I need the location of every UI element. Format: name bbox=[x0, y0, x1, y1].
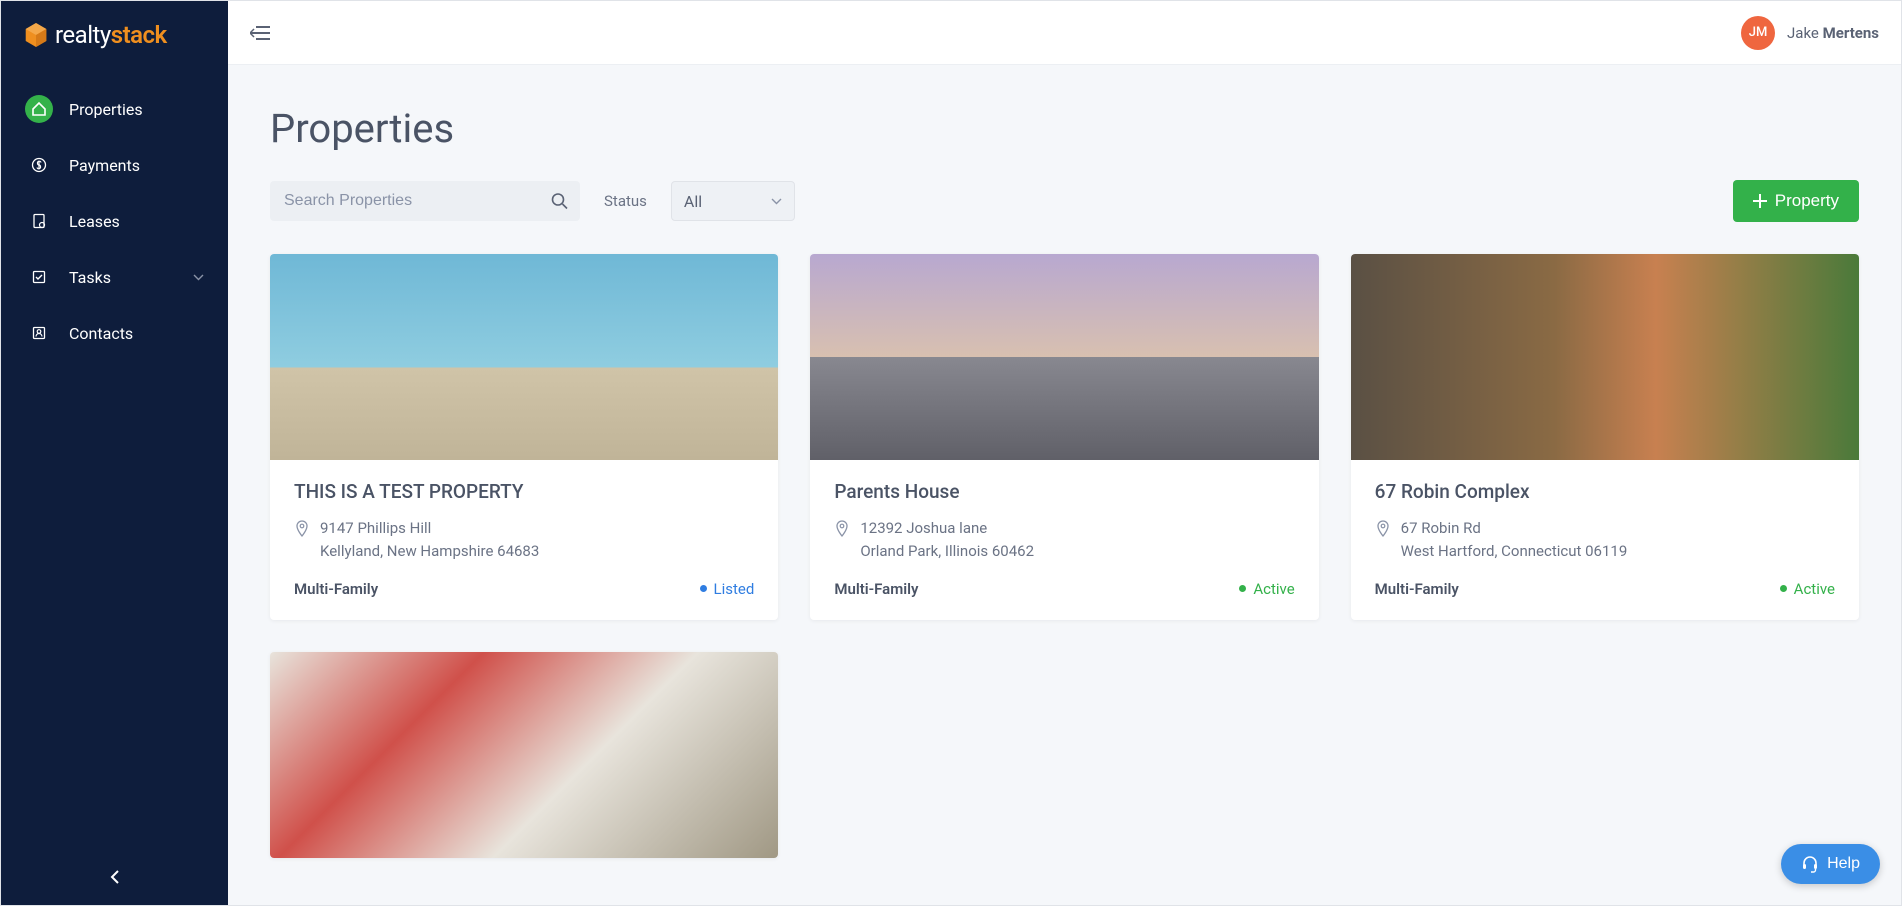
avatar: JM bbox=[1741, 16, 1775, 50]
property-address: 67 Robin RdWest Hartford, Connecticut 06… bbox=[1401, 517, 1628, 564]
sidebar-item-label: Tasks bbox=[69, 268, 111, 287]
location-pin-icon bbox=[1375, 520, 1391, 564]
status-filter-select[interactable]: All bbox=[671, 181, 795, 221]
property-grid: THIS IS A TEST PROPERTY 9147 Phillips Hil… bbox=[270, 254, 1859, 858]
status-filter-label: Status bbox=[604, 192, 647, 210]
help-button[interactable]: Help bbox=[1781, 844, 1880, 884]
chevron-down-icon bbox=[771, 198, 782, 205]
sidebar-collapse-button[interactable] bbox=[1, 853, 228, 905]
status-badge: Active bbox=[1239, 580, 1294, 598]
sidebar-nav: Properties Payments Leases Tasks Contacts bbox=[1, 77, 228, 853]
property-card[interactable]: Parents House 12392 Joshua laneOrland Par… bbox=[810, 254, 1318, 620]
dollar-icon bbox=[25, 151, 53, 179]
property-image bbox=[810, 254, 1318, 460]
brand-logo[interactable]: realtystack bbox=[1, 1, 228, 77]
property-type: Multi-Family bbox=[834, 580, 918, 598]
sidebar-item-properties[interactable]: Properties bbox=[1, 81, 228, 137]
topbar: JM Jake Mertens bbox=[228, 1, 1901, 65]
property-title: THIS IS A TEST PROPERTY bbox=[294, 480, 754, 503]
page-title: Properties bbox=[270, 105, 1859, 152]
sidebar-item-payments[interactable]: Payments bbox=[1, 137, 228, 193]
sidebar-item-label: Payments bbox=[69, 156, 140, 175]
search-input[interactable] bbox=[270, 181, 580, 221]
sidebar-item-label: Contacts bbox=[69, 324, 133, 343]
sidebar-item-leases[interactable]: Leases bbox=[1, 193, 228, 249]
property-image bbox=[1351, 254, 1859, 460]
sidebar-item-contacts[interactable]: Contacts bbox=[1, 305, 228, 361]
toolbar: Status All Property bbox=[270, 180, 1859, 222]
sidebar-item-tasks[interactable]: Tasks bbox=[1, 249, 228, 305]
sidebar-item-label: Leases bbox=[69, 212, 120, 231]
property-image bbox=[270, 652, 778, 858]
help-label: Help bbox=[1827, 855, 1860, 873]
property-title: Parents House bbox=[834, 480, 1294, 503]
home-icon bbox=[25, 95, 53, 123]
add-property-button[interactable]: Property bbox=[1733, 180, 1859, 222]
collapse-menu-icon bbox=[250, 25, 270, 41]
search-icon[interactable] bbox=[551, 193, 568, 210]
chevron-left-icon bbox=[110, 869, 120, 885]
user-menu[interactable]: JM Jake Mertens bbox=[1741, 16, 1879, 50]
property-card[interactable]: THIS IS A TEST PROPERTY 9147 Phillips Hil… bbox=[270, 254, 778, 620]
sidebar-item-label: Properties bbox=[69, 100, 143, 119]
cube-icon bbox=[25, 23, 47, 47]
plus-icon bbox=[1753, 194, 1767, 208]
location-pin-icon bbox=[834, 520, 850, 564]
headset-icon bbox=[1801, 855, 1819, 873]
property-card[interactable] bbox=[270, 652, 778, 858]
document-icon bbox=[25, 207, 53, 235]
property-type: Multi-Family bbox=[1375, 580, 1459, 598]
property-type: Multi-Family bbox=[294, 580, 378, 598]
checklist-icon bbox=[25, 263, 53, 291]
sidebar: realtystack Properties Payments Leases Task… bbox=[1, 1, 228, 905]
status-filter-value: All bbox=[684, 192, 702, 211]
sidebar-toggle-button[interactable] bbox=[250, 25, 270, 41]
user-name: Jake Mertens bbox=[1787, 24, 1879, 42]
property-address: 9147 Phillips HillKellyland, New Hampshi… bbox=[320, 517, 539, 564]
add-property-label: Property bbox=[1775, 191, 1839, 211]
content: Properties Status All Property bbox=[228, 65, 1901, 905]
property-address: 12392 Joshua laneOrland Park, Illinois 6… bbox=[860, 517, 1034, 564]
status-badge: Active bbox=[1780, 580, 1835, 598]
contacts-icon bbox=[25, 319, 53, 347]
location-pin-icon bbox=[294, 520, 310, 564]
status-badge: Listed bbox=[700, 580, 755, 598]
property-image bbox=[270, 254, 778, 460]
chevron-down-icon bbox=[193, 274, 204, 281]
search-box bbox=[270, 181, 580, 221]
brand-text: realtystack bbox=[55, 21, 167, 49]
property-card[interactable]: 67 Robin Complex 67 Robin RdWest Hartford… bbox=[1351, 254, 1859, 620]
property-title: 67 Robin Complex bbox=[1375, 480, 1835, 503]
